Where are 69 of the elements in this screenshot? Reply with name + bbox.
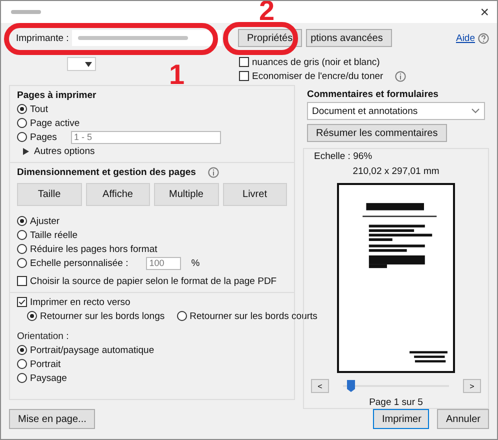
copies-spinner[interactable] [67, 57, 96, 71]
page-size-label: 210,02 x 297,01 mm [352, 166, 440, 177]
section-title: Pages à imprimer [17, 88, 98, 102]
unit-label: % [191, 258, 200, 268]
summarize-comments-button[interactable]: Résumer les commentaires [307, 124, 447, 142]
mode-button[interactable]: Livret [222, 183, 287, 206]
mode-button[interactable]: Affiche [86, 183, 150, 206]
orientation-label: Orientation : [17, 330, 70, 343]
pages-field[interactable]: 1 - 5 [70, 130, 221, 144]
printer-field[interactable] [72, 30, 222, 46]
radio-button[interactable] [17, 132, 27, 142]
radio-label: Echelle personnalisée : [30, 258, 128, 268]
help-icon[interactable] [478, 32, 489, 44]
radio-label: Retourner sur les bords longs [40, 310, 165, 322]
radio-button[interactable] [17, 359, 27, 369]
chevron-down-icon[interactable] [471, 108, 480, 114]
advanced-options-button[interactable]: ptions avancées [306, 29, 392, 47]
radio-label: Taille réelle [30, 230, 78, 240]
annotation-number: 1 [169, 65, 185, 85]
checkbox[interactable] [17, 297, 27, 307]
radio-label: Tout [30, 104, 48, 114]
mode-button[interactable]: Taille [17, 183, 82, 206]
help-link[interactable]: Aide [456, 32, 475, 44]
next-page-button[interactable]: > [463, 379, 481, 393]
scale-field[interactable]: 100 [146, 256, 182, 270]
radio-button[interactable] [27, 311, 37, 321]
close-button[interactable]: × [480, 4, 489, 20]
radio-button[interactable] [176, 311, 187, 321]
radio-label: Pages [30, 132, 57, 142]
radio-label: Retourner sur les bords courts [190, 310, 318, 322]
checkbox-label: Imprimer en recto verso [30, 296, 130, 308]
option-label: Economiser de l'encre/du toner [252, 70, 384, 82]
expand-arrow-icon[interactable] [23, 148, 29, 154]
printer-label: Imprimante : [16, 32, 69, 44]
option-label: nuances de gris (noir et blanc) [252, 56, 380, 68]
page-counter: Page 1 sur 5 [369, 397, 423, 408]
info-icon[interactable] [395, 70, 406, 82]
mode-button[interactable]: Multiple [154, 183, 218, 206]
radio-label: Portrait [30, 358, 61, 370]
checkbox-label: Choisir la source de papier selon le format de la page PDF [30, 276, 277, 286]
radio-button[interactable] [17, 216, 27, 226]
radio-label: Page active [30, 118, 80, 128]
previous-page-button[interactable]: < [311, 379, 329, 393]
radio-button[interactable] [17, 258, 27, 268]
more-options-link[interactable]: Autres options [34, 146, 95, 156]
checkbox[interactable] [239, 57, 249, 67]
radio-label: Réduire les pages hors format [30, 244, 158, 254]
radio-label: Portrait/paysage automatique [30, 344, 154, 356]
page-setup-button[interactable]: Mise en page... [9, 409, 96, 429]
radio-button[interactable] [17, 104, 27, 114]
radio-button[interactable] [17, 118, 27, 128]
section-title: Commentaires et formulaires [307, 88, 440, 101]
scale-label: Echelle : 96% [313, 151, 372, 162]
properties-button[interactable]: Propriétés [238, 29, 302, 47]
radio-button[interactable] [17, 373, 27, 383]
redacted-title [11, 9, 41, 15]
radio-label: Paysage [30, 372, 67, 384]
checkbox[interactable] [239, 71, 249, 81]
info-icon[interactable] [208, 166, 219, 178]
radio-button[interactable] [17, 244, 27, 254]
section-title: Dimensionnement et gestion des pages [17, 166, 196, 178]
print-button[interactable]: Imprimer [373, 409, 429, 429]
checkbox[interactable] [17, 276, 27, 286]
cancel-button[interactable]: Annuler [437, 409, 489, 429]
radio-button[interactable] [17, 230, 27, 240]
page-slider-thumb[interactable] [347, 380, 356, 392]
radio-button[interactable] [17, 345, 27, 355]
radio-label: Ajuster [30, 216, 60, 226]
comments-dropdown[interactable]: Document et annotations [307, 102, 485, 120]
